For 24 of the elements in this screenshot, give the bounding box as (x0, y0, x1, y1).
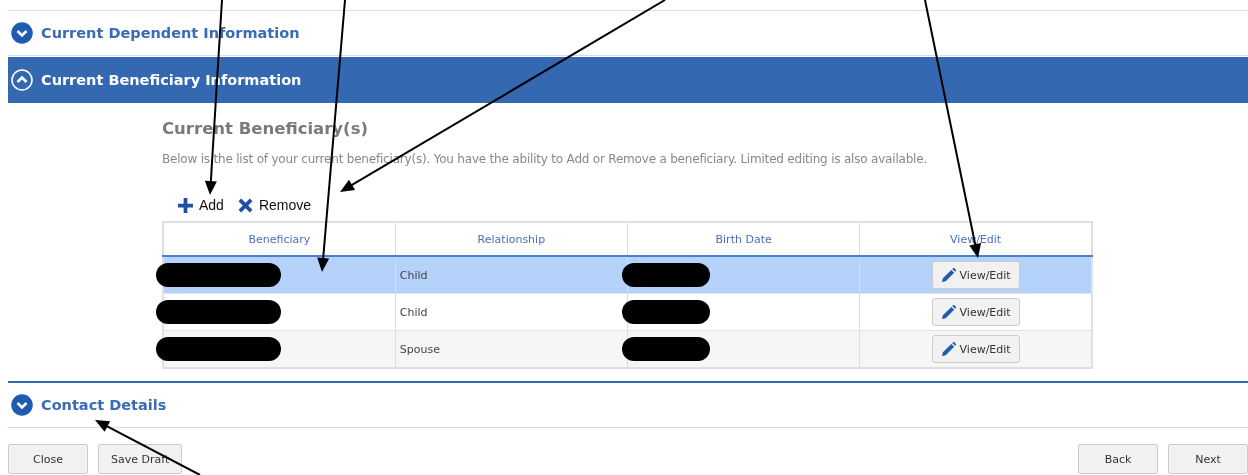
table-row[interactable]: Spouse View/Edit (163, 330, 1092, 368)
table-cell: Child (399, 305, 428, 319)
view-edit-button[interactable]: View/Edit (931, 261, 1020, 289)
plus-icon (178, 197, 193, 213)
pencil-icon (940, 341, 956, 357)
table-cell: Child (399, 268, 428, 282)
chevron-up-icon (11, 69, 33, 91)
section-header[interactable]: Contact Details (8, 383, 1248, 428)
view-edit-button[interactable]: View/Edit (931, 335, 1020, 363)
table-cell: Spouse (399, 342, 440, 356)
toolbar-button[interactable]: Remove (237, 194, 312, 216)
pencil-icon (940, 267, 956, 283)
table-row[interactable]: Child View/Edit (163, 256, 1092, 294)
footer-button[interactable]: Back (1078, 444, 1158, 474)
chevron-down-icon (11, 394, 33, 416)
footer-button[interactable]: Save Draft (98, 444, 183, 474)
footer-button[interactable]: Next (1168, 444, 1248, 474)
chevron-down-icon (11, 22, 33, 44)
view-edit-button[interactable]: View/Edit (931, 298, 1020, 326)
footer-button[interactable]: Close (8, 444, 88, 474)
table-row[interactable]: Child View/Edit (163, 293, 1092, 331)
close-icon (237, 197, 253, 213)
toolbar-button[interactable]: Add (178, 194, 224, 216)
pencil-icon (940, 304, 956, 320)
